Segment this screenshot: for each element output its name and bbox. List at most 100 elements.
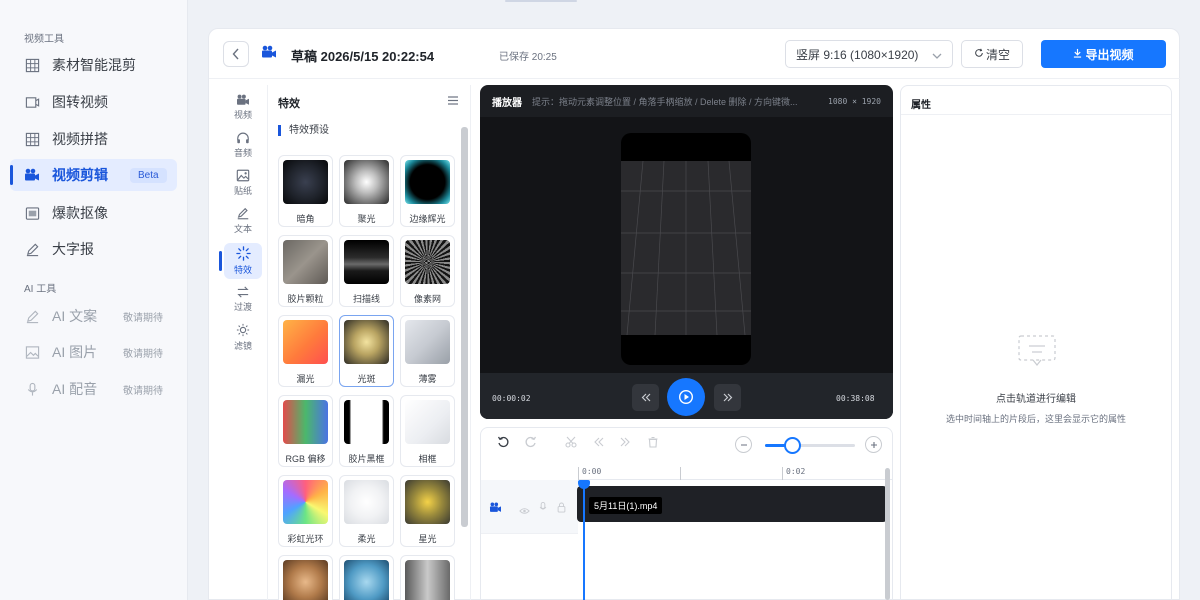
empty-selection-icon — [1017, 334, 1057, 371]
timeline-video-clip[interactable]: 5月11日(1).mp4 — [577, 486, 887, 522]
player-title: 播放器 — [492, 97, 522, 109]
effect-card-photo-frame[interactable]: 相框 — [400, 395, 455, 467]
sidebar-item-ai-image[interactable]: AI 图片 敬请期待 — [10, 336, 177, 368]
effect-card-metal[interactable] — [400, 555, 455, 600]
effect-card-light-leak[interactable]: 漏光 — [278, 315, 333, 387]
zoom-slider[interactable] — [765, 437, 855, 454]
export-video-button[interactable]: 导出视频 — [1041, 40, 1166, 68]
sidebar-item-smart-mix[interactable]: 素材智能混剪 — [10, 49, 177, 81]
video-track-icon — [489, 502, 502, 516]
grid-icon — [24, 57, 40, 73]
effect-card-scanlines[interactable]: 扫描线 — [339, 235, 394, 307]
player-resolution: 1080 × 1920 — [828, 97, 881, 106]
cutout-icon — [24, 205, 40, 221]
aspect-ratio-select[interactable]: 竖屏 9:16 (1080×1920) — [785, 40, 953, 68]
effect-card-bokeh[interactable]: 光斑 — [339, 315, 394, 387]
sidebar-item-label: 大字报 — [52, 241, 94, 257]
double-chevron-right-icon — [723, 393, 732, 402]
sidebar-item-ai-voice[interactable]: AI 配音 敬请期待 — [10, 373, 177, 405]
redo-icon[interactable] — [525, 436, 537, 451]
tool-label: 音频 — [233, 148, 252, 158]
effect-card-film-border[interactable]: 胶片黑框 — [339, 395, 394, 467]
download-icon — [1073, 47, 1082, 61]
effect-card-vignette[interactable]: 暗角 — [278, 155, 333, 227]
undo-icon[interactable] — [497, 436, 509, 451]
clear-button[interactable]: 清空 — [961, 40, 1023, 68]
zoom-slider-handle[interactable] — [784, 437, 801, 454]
effect-card-edge-glow[interactable]: 边缘辉光 — [400, 155, 455, 227]
effect-card-spotlight[interactable]: 聚光 — [339, 155, 394, 227]
split-right-icon[interactable] — [619, 436, 631, 451]
sidebar-item-image-to-video[interactable]: 图转视频 — [10, 86, 177, 118]
timeline-panel: 0:00 0:02 5月11日(1).mp4 — [480, 427, 893, 600]
effect-thumbnail — [344, 320, 389, 364]
timeline-scrollbar[interactable] — [885, 468, 890, 600]
sidebar-item-video-collage[interactable]: 视频拼搭 — [10, 123, 177, 155]
effect-card-rgb-shift[interactable]: RGB 偏移 — [278, 395, 333, 467]
effect-card-warm-glow[interactable] — [278, 555, 333, 600]
timeline-ruler[interactable]: 0:00 0:02 — [578, 462, 892, 480]
tool-effects[interactable]: 特效 — [219, 243, 262, 279]
effect-card-film-grain[interactable]: 胶片颗粒 — [278, 235, 333, 307]
sidebar-item-poster[interactable]: 大字报 — [10, 233, 177, 265]
empty-state-title: 点击轨道进行编辑 — [996, 394, 1076, 405]
tool-label: 特效 — [233, 265, 252, 275]
effects-panel: 特效 特效预设 暗角 聚光 边缘辉光 胶片颗粒 扫描线 像素网 漏光 光斑 薄雾… — [267, 85, 471, 600]
play-icon — [678, 389, 694, 405]
double-chevron-left-icon — [641, 393, 650, 402]
chevron-left-icon — [232, 48, 239, 60]
coming-soon-label: 敬请期待 — [123, 348, 163, 360]
sidebar-item-ai-copy[interactable]: AI 文案 敬请期待 — [10, 300, 177, 332]
microphone-icon[interactable] — [539, 502, 547, 516]
scissors-icon[interactable] — [565, 436, 577, 451]
microphone-icon — [24, 381, 40, 397]
player-stage[interactable] — [480, 117, 893, 373]
text-pen-icon — [237, 207, 249, 220]
editor-card: 草稿 2026/5/15 20:22:54 已保存 20:25 竖屏 9:16 … — [208, 28, 1181, 600]
forward-button[interactable] — [714, 384, 741, 411]
effect-card-mist[interactable]: 薄雾 — [400, 315, 455, 387]
trash-icon[interactable] — [647, 436, 659, 451]
effect-card-cool-glow[interactable] — [339, 555, 394, 600]
effect-card-pixel-grid[interactable]: 像素网 — [400, 235, 455, 307]
split-left-icon[interactable] — [593, 436, 605, 451]
effects-scrollbar[interactable] — [461, 127, 468, 527]
effect-thumbnail — [405, 160, 450, 204]
ruler-tick — [680, 467, 684, 480]
video-preview-canvas[interactable] — [621, 133, 751, 365]
sidebar-item-label: AI 图片 — [52, 344, 98, 360]
rewind-button[interactable] — [632, 384, 659, 411]
play-button[interactable] — [667, 378, 705, 416]
lock-icon[interactable] — [557, 502, 566, 516]
timeline-playhead[interactable] — [578, 480, 590, 600]
draft-title: 草稿 2026/5/15 20:22:54 — [291, 49, 435, 64]
tool-sticker[interactable]: 贴纸 — [224, 165, 262, 201]
tool-video[interactable]: 视频 — [224, 89, 262, 125]
tool-filter[interactable]: 滤镜 — [224, 319, 262, 355]
tool-audio[interactable]: 音频 — [224, 127, 262, 163]
effect-label: 星光 — [418, 534, 437, 544]
top-tab-indicator — [505, 0, 577, 2]
effect-thumbnail — [344, 480, 389, 524]
sidebar-item-video-edit[interactable]: 视频剪辑 Beta — [10, 159, 177, 191]
eye-icon[interactable] — [519, 504, 530, 518]
menu-icon[interactable] — [448, 94, 458, 108]
ruler-tick: 0:02 — [782, 467, 805, 480]
back-button[interactable] — [223, 41, 249, 67]
sidebar-item-label: AI 配音 — [52, 381, 98, 397]
zoom-out-button[interactable] — [735, 436, 752, 453]
effect-card-rainbow-halo[interactable]: 彩虹光环 — [278, 475, 333, 547]
tool-text[interactable]: 文本 — [224, 203, 262, 239]
total-time: 00:38:08 — [836, 394, 875, 403]
player-hint: 提示：拖动元素调整位置 / 角落手柄缩放 / Delete 删除 / 方向键微.… — [532, 96, 798, 107]
sidebar-item-cutout[interactable]: 爆款抠像 — [10, 197, 177, 229]
effect-label: 边缘辉光 — [409, 214, 446, 224]
effect-card-starlight[interactable]: 星光 — [400, 475, 455, 547]
video-player: 播放器 提示：拖动元素调整位置 / 角落手柄缩放 / Delete 删除 / 方… — [480, 85, 893, 419]
sun-icon — [236, 323, 250, 336]
grid-icon — [24, 131, 40, 147]
chevron-down-icon — [932, 49, 942, 63]
effect-card-soft-light[interactable]: 柔光 — [339, 475, 394, 547]
tool-transition[interactable]: 过渡 — [224, 281, 262, 317]
zoom-in-button[interactable] — [865, 436, 882, 453]
